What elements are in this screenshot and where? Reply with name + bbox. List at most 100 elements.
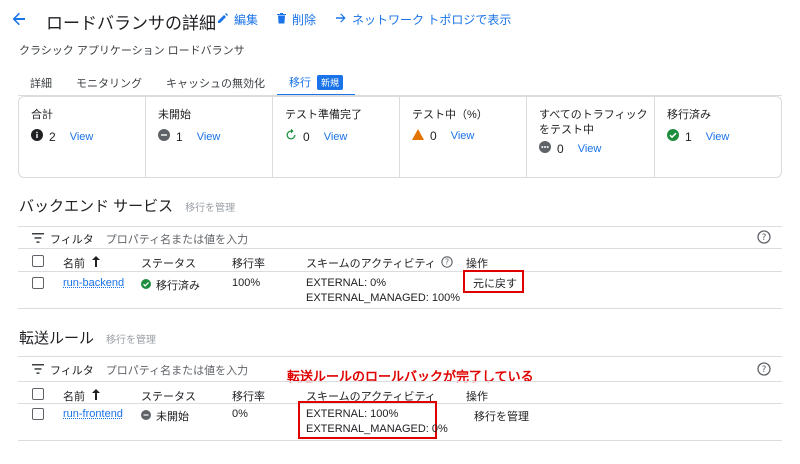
select-all-checkbox[interactable] bbox=[32, 255, 44, 267]
summary-label: 未開始 bbox=[158, 109, 191, 121]
divider bbox=[18, 248, 782, 249]
pencil-icon bbox=[217, 12, 229, 27]
help-icon[interactable]: ? bbox=[441, 255, 453, 271]
summary-not-started: 未開始 1 View bbox=[146, 97, 273, 177]
column-header-status: ステータス bbox=[141, 391, 196, 403]
info-icon bbox=[31, 129, 43, 144]
view-link[interactable]: View bbox=[197, 131, 221, 143]
trash-icon bbox=[276, 12, 287, 27]
filter-label: フィルタ bbox=[50, 234, 94, 246]
tab-migration[interactable]: 移行 新規 bbox=[277, 70, 356, 96]
view-link[interactable]: View bbox=[324, 131, 348, 143]
column-header-name[interactable]: 名前 bbox=[63, 388, 101, 404]
page-title: ロードバランサの詳細 bbox=[46, 14, 216, 33]
edit-button[interactable]: 編集 bbox=[217, 11, 258, 28]
summary-label: すべてのトラフィック をテスト中 bbox=[539, 109, 648, 136]
delete-label: 削除 bbox=[292, 13, 317, 27]
view-link[interactable]: View bbox=[451, 130, 475, 142]
backend-section-heading: バックエンド サービス 移行を管理 bbox=[19, 195, 235, 216]
backend-filter-bar[interactable]: フィルタ プロパティ名または値を入力 bbox=[32, 231, 248, 247]
delete-button[interactable]: 削除 bbox=[276, 11, 316, 28]
tab-label: キャッシュの無効化 bbox=[166, 78, 265, 90]
service-name-link[interactable]: run-backend bbox=[63, 277, 124, 289]
column-label: 名前 bbox=[63, 391, 85, 403]
column-header-name[interactable]: 名前 bbox=[63, 255, 101, 271]
view-link[interactable]: View bbox=[706, 131, 730, 143]
help-icon[interactable]: ? bbox=[757, 230, 771, 249]
warning-icon bbox=[412, 129, 424, 143]
lb-type-subtitle: クラシック アプリケーション ロードバランサ bbox=[19, 45, 245, 57]
summary-label: 移行済み bbox=[667, 109, 711, 121]
view-link[interactable]: View bbox=[70, 131, 94, 143]
network-topology-button[interactable]: ネットワーク トポロジで表示 bbox=[335, 11, 511, 28]
summary-label: テスト中（%） bbox=[412, 109, 488, 121]
filter-input[interactable]: プロパティ名または値を入力 bbox=[106, 231, 248, 247]
check-icon bbox=[667, 129, 679, 144]
divider bbox=[18, 226, 782, 227]
column-header-activity: スキームのアクティビティ ? bbox=[306, 255, 453, 271]
sort-up-icon bbox=[91, 256, 101, 270]
column-header-status: ステータス bbox=[141, 258, 196, 270]
not-started-icon bbox=[141, 409, 151, 423]
tab-label: 詳細 bbox=[30, 78, 52, 90]
column-label: スキームのアクティビティ bbox=[306, 258, 436, 270]
summary-count: 2 bbox=[49, 129, 56, 144]
row-rate: 0% bbox=[232, 408, 248, 420]
divider bbox=[18, 308, 782, 309]
summary-count: 0 bbox=[557, 141, 564, 156]
status-text: 移行済み bbox=[156, 280, 200, 292]
not-started-icon bbox=[158, 129, 170, 144]
tab-label: モニタリング bbox=[76, 78, 142, 90]
arrow-right-icon bbox=[335, 12, 347, 27]
summary-total: 合計 2 View bbox=[19, 97, 146, 177]
summary-count: 1 bbox=[176, 129, 183, 144]
column-header-rate: 移行率 bbox=[232, 391, 265, 403]
summary-label: テスト準備完了 bbox=[285, 109, 362, 121]
tab-cache-invalidation[interactable]: キャッシュの無効化 bbox=[154, 70, 277, 96]
migration-summary-card: 合計 2 View 未開始 1 View テスト準備完了 0 View テスト中… bbox=[18, 96, 782, 178]
help-icon[interactable]: ? bbox=[757, 362, 771, 381]
tab-bar: 詳細 モニタリング キャッシュの無効化 移行 新規 bbox=[18, 70, 356, 96]
manage-migration-link[interactable]: 移行を管理 bbox=[106, 331, 156, 346]
view-link[interactable]: View bbox=[578, 143, 602, 155]
summary-testing: テスト中（%） 0 View bbox=[400, 97, 527, 177]
row-checkbox[interactable] bbox=[32, 277, 44, 289]
rule-name-link[interactable]: run-frontend bbox=[63, 408, 123, 420]
row-status: 移行済み bbox=[141, 277, 200, 293]
manage-migration-link[interactable]: 移行を管理 bbox=[185, 199, 235, 214]
filter-label: フィルタ bbox=[50, 365, 94, 377]
row-rate: 100% bbox=[232, 277, 261, 289]
column-label: 名前 bbox=[63, 258, 85, 270]
svg-text:?: ? bbox=[762, 233, 767, 243]
status-text: 未開始 bbox=[156, 411, 189, 423]
divider bbox=[18, 271, 782, 272]
activity-external-managed: EXTERNAL_MANAGED: 100% bbox=[306, 292, 461, 304]
sort-up-icon bbox=[91, 389, 101, 403]
activity-external: EXTERNAL: 100% bbox=[306, 408, 399, 420]
new-badge: 新規 bbox=[317, 74, 344, 90]
manage-migration-button[interactable]: 移行を管理 bbox=[474, 408, 529, 424]
summary-ready-for-test: テスト準備完了 0 View bbox=[273, 97, 400, 177]
tab-monitoring[interactable]: モニタリング bbox=[64, 70, 154, 96]
filter-input[interactable]: プロパティ名または値を入力 bbox=[106, 362, 248, 378]
row-checkbox[interactable] bbox=[32, 408, 44, 420]
row-status: 未開始 bbox=[141, 408, 189, 424]
tab-details[interactable]: 詳細 bbox=[18, 70, 64, 96]
svg-text:?: ? bbox=[762, 365, 767, 375]
activity-external: EXTERNAL: 0% bbox=[306, 277, 387, 289]
summary-migrated: 移行済み 1 View bbox=[655, 97, 781, 177]
summary-count: 0 bbox=[303, 129, 310, 144]
select-all-checkbox[interactable] bbox=[32, 388, 44, 400]
back-arrow-icon[interactable] bbox=[8, 8, 30, 30]
svg-text:?: ? bbox=[445, 257, 449, 266]
refresh-icon bbox=[285, 128, 297, 144]
tab-label: 移行 bbox=[289, 77, 311, 89]
column-header-actions: 操作 bbox=[466, 258, 488, 270]
forwarding-filter-bar[interactable]: フィルタ プロパティ名または値を入力 bbox=[32, 362, 248, 378]
pending-icon bbox=[539, 141, 551, 156]
filter-icon bbox=[32, 232, 44, 246]
topology-label: ネットワーク トポロジで表示 bbox=[352, 13, 512, 27]
revert-button[interactable]: 元に戻す bbox=[473, 275, 517, 291]
section-title: バックエンド サービス bbox=[19, 198, 174, 215]
summary-all-traffic-testing: すべてのトラフィック をテスト中 0 View bbox=[527, 97, 655, 177]
